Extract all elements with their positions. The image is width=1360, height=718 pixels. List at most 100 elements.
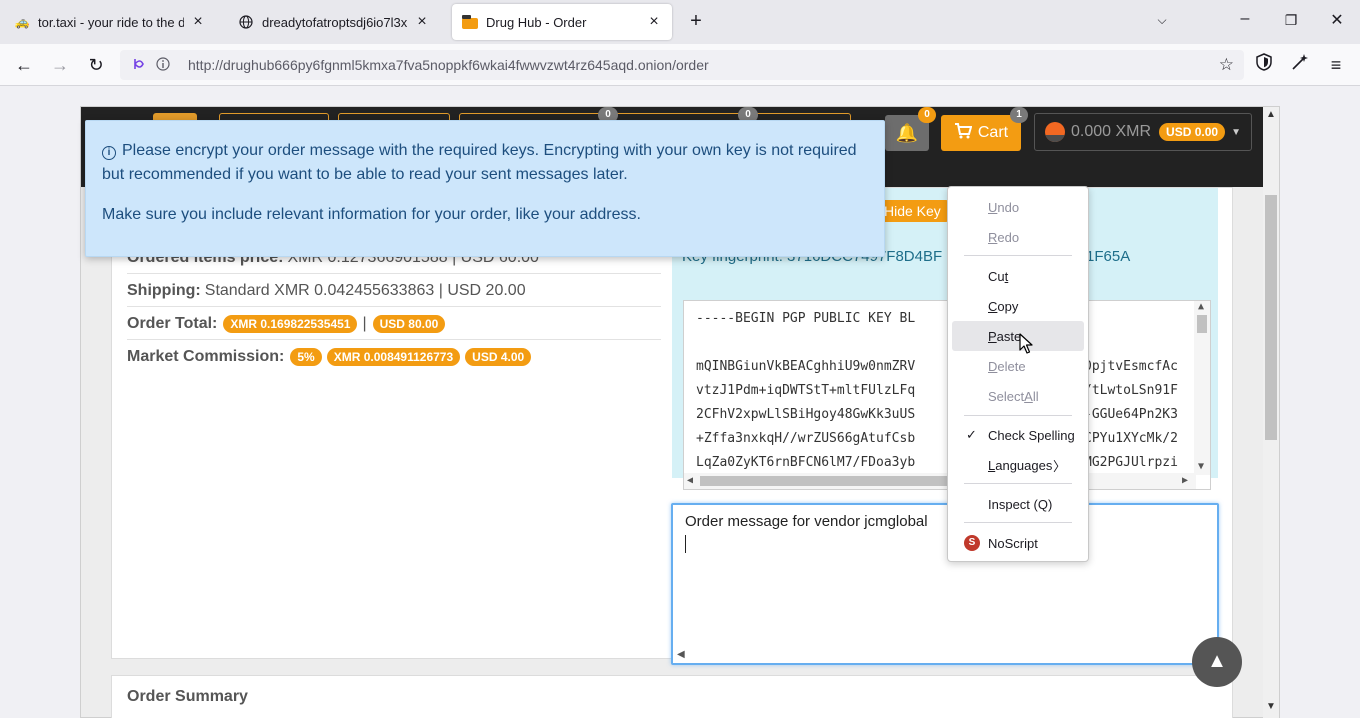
- list-tabs-icon[interactable]: ⌵: [1150, 13, 1174, 28]
- close-tab-icon[interactable]: ×: [646, 13, 662, 31]
- wallet-dropdown[interactable]: 0.000 XMR USD 0.00 ▼: [1034, 113, 1252, 151]
- scrollbar-thumb[interactable]: [1265, 195, 1277, 440]
- scroll-left-icon[interactable]: ◀: [677, 649, 685, 660]
- hamburger-menu-icon[interactable]: ≡: [1324, 53, 1348, 77]
- tab-dread[interactable]: dreadytofatroptsdj6io7l3xptbet6onoyno2yv…: [228, 4, 440, 40]
- reload-icon[interactable]: ↻: [84, 53, 108, 77]
- noscript-icon: S: [964, 535, 980, 551]
- menu-label: Cu: [988, 268, 1005, 284]
- scrollbar-thumb[interactable]: [1197, 315, 1207, 333]
- menu-item-copy[interactable]: Copy: [952, 291, 1084, 321]
- menu-item-inspect[interactable]: Inspect (Q): [952, 489, 1084, 519]
- order-total-row: Order Total: XMR 0.169822535451 | USD 80…: [127, 308, 661, 340]
- shipping-row: Shipping: Standard XMR 0.042455633863 | …: [127, 275, 661, 307]
- context-menu: Undo Redo Cu t Copy Paste Delete Select A…: [947, 186, 1089, 562]
- menu-label: Check Spelling: [988, 427, 1075, 443]
- menu-item-languages[interactable]: Languages 〉: [952, 450, 1084, 480]
- cart-label: Cart: [977, 124, 1009, 141]
- menu-label: opy: [997, 298, 1019, 314]
- site-vertical-scrollbar[interactable]: ▲ ▼: [1263, 107, 1279, 718]
- order-total-label: Order Total:: [127, 314, 218, 332]
- menu-item-paste[interactable]: Paste: [952, 321, 1084, 351]
- shipping-label: Shipping:: [127, 281, 201, 299]
- accel-key: t: [1004, 268, 1009, 284]
- menu-item-undo[interactable]: Undo: [952, 192, 1084, 222]
- forward-arrow-icon[interactable]: →: [48, 53, 72, 77]
- bookmark-star-icon[interactable]: ☆: [1219, 55, 1234, 75]
- pgp-line: LqZa0ZyKT6rnBFCN6lM7/FDoa3yb: [696, 455, 916, 470]
- accel-key: C: [988, 298, 998, 314]
- menu-item-select-all[interactable]: Select All: [952, 381, 1084, 411]
- tab-drug-hub-order[interactable]: Drug Hub - Order ×: [452, 4, 672, 40]
- new-tab-button[interactable]: +: [684, 10, 708, 33]
- menu-label: aste: [996, 328, 1022, 344]
- scroll-right-icon[interactable]: ▶: [1182, 475, 1188, 486]
- close-tab-icon[interactable]: ×: [414, 13, 430, 31]
- accel-key: A: [1024, 388, 1033, 404]
- browser-tab-bar: 🚕 tor.taxi - your ride to the darknet × …: [0, 0, 1360, 44]
- scroll-down-icon[interactable]: ▼: [1198, 461, 1204, 472]
- pgp-line: -----BEGIN PGP PUBLIC KEY BL: [696, 311, 916, 326]
- menu-label: anguages: [995, 457, 1053, 473]
- menu-label: edo: [997, 229, 1020, 245]
- accel-key: D: [988, 358, 998, 374]
- shield-icon[interactable]: [1252, 53, 1276, 77]
- cart-button[interactable]: Cart: [941, 115, 1021, 151]
- scrollbar-thumb[interactable]: [700, 476, 950, 486]
- menu-separator: [964, 483, 1072, 484]
- scroll-up-icon[interactable]: ▲: [1263, 109, 1279, 120]
- scroll-to-top-button[interactable]: ▲: [1192, 637, 1242, 687]
- menu-label: ll: [1032, 388, 1039, 404]
- security-level-icon[interactable]: [1288, 53, 1312, 77]
- menu-label: Select: [988, 388, 1025, 404]
- scroll-up-icon[interactable]: ▲: [1198, 301, 1204, 312]
- back-arrow-icon[interactable]: ←: [12, 53, 36, 77]
- pgp-line-tail: -GGUe64Pn2K3: [1084, 407, 1178, 422]
- scroll-down-icon[interactable]: ▼: [1263, 701, 1279, 712]
- menu-label: Inspect (Q): [988, 496, 1053, 512]
- pgp-vertical-scrollbar[interactable]: ▲ ▼: [1194, 301, 1210, 475]
- maximize-icon[interactable]: ❐: [1279, 12, 1303, 29]
- cart-count-badge: 1: [1010, 107, 1028, 123]
- wallet-usd-badge: USD 0.00: [1159, 123, 1226, 141]
- url-text[interactable]: http://drughub666py6fgnml5kmxa7fva5noppk…: [188, 57, 709, 73]
- notifications-count-badge: 0: [918, 107, 936, 123]
- order-message-textarea[interactable]: Order message for vendor jcmglobal ◀ ▶: [671, 503, 1219, 665]
- message-horizontal-scrollbar[interactable]: ◀ ▶: [673, 649, 1217, 663]
- alert-text-1: Please encrypt your order message with t…: [102, 142, 857, 183]
- chevron-right-icon: 〉: [1052, 458, 1066, 474]
- encryption-alert: i Please encrypt your order message with …: [85, 120, 885, 257]
- menu-label: elete: [997, 358, 1026, 374]
- order-summary-card: Order Summary: [111, 675, 1233, 718]
- order-message-text: Order message for vendor jcmglobal: [685, 513, 928, 530]
- scroll-left-icon[interactable]: ◀: [687, 475, 693, 486]
- menu-item-cut[interactable]: Cu t: [952, 261, 1084, 291]
- menu-item-check-spelling[interactable]: ✓ Check Spelling: [952, 420, 1084, 450]
- pgp-horizontal-scrollbar[interactable]: ◀ ▶: [684, 473, 1196, 489]
- shipping-value: Standard XMR 0.042455633863 | USD 20.00: [204, 281, 526, 299]
- tab-title: tor.taxi - your ride to the darknet: [38, 14, 184, 30]
- tab-title: dreadytofatroptsdj6io7l3xptbet6onoyno2yv…: [262, 14, 408, 30]
- tab-tor-taxi[interactable]: 🚕 tor.taxi - your ride to the darknet ×: [4, 4, 216, 40]
- url-bar[interactable]: http://drughub666py6fgnml5kmxa7fva5noppk…: [120, 50, 1244, 80]
- commission-label: Market Commission:: [127, 348, 285, 365]
- alert-text-2: Make sure you include relevant informati…: [102, 206, 641, 223]
- hide-key-button[interactable]: Hide Key: [876, 200, 949, 222]
- tor-circuit-icon[interactable]: [128, 57, 150, 74]
- close-window-icon[interactable]: ✕: [1325, 10, 1349, 30]
- info-icon: i: [102, 146, 116, 160]
- url-path: /order: [672, 57, 709, 73]
- pgp-line-tail: /tLwtoLSn91F: [1084, 383, 1178, 398]
- text-caret: [685, 535, 686, 553]
- wallet-balance: 0.000 XMR: [1071, 123, 1152, 140]
- pgp-line-tail: MG2PGJUlrpzi: [1084, 455, 1178, 470]
- chevron-up-icon: ▲: [1207, 650, 1227, 672]
- minimize-icon[interactable]: –: [1233, 10, 1257, 28]
- menu-item-noscript[interactable]: S NoScript: [952, 528, 1084, 558]
- taxi-icon: 🚕: [14, 15, 30, 29]
- connection-info-icon[interactable]: [152, 56, 174, 74]
- close-tab-icon[interactable]: ×: [190, 13, 206, 31]
- tab-title: Drug Hub - Order: [486, 14, 587, 30]
- menu-item-delete[interactable]: Delete: [952, 351, 1084, 381]
- menu-item-redo[interactable]: Redo: [952, 222, 1084, 252]
